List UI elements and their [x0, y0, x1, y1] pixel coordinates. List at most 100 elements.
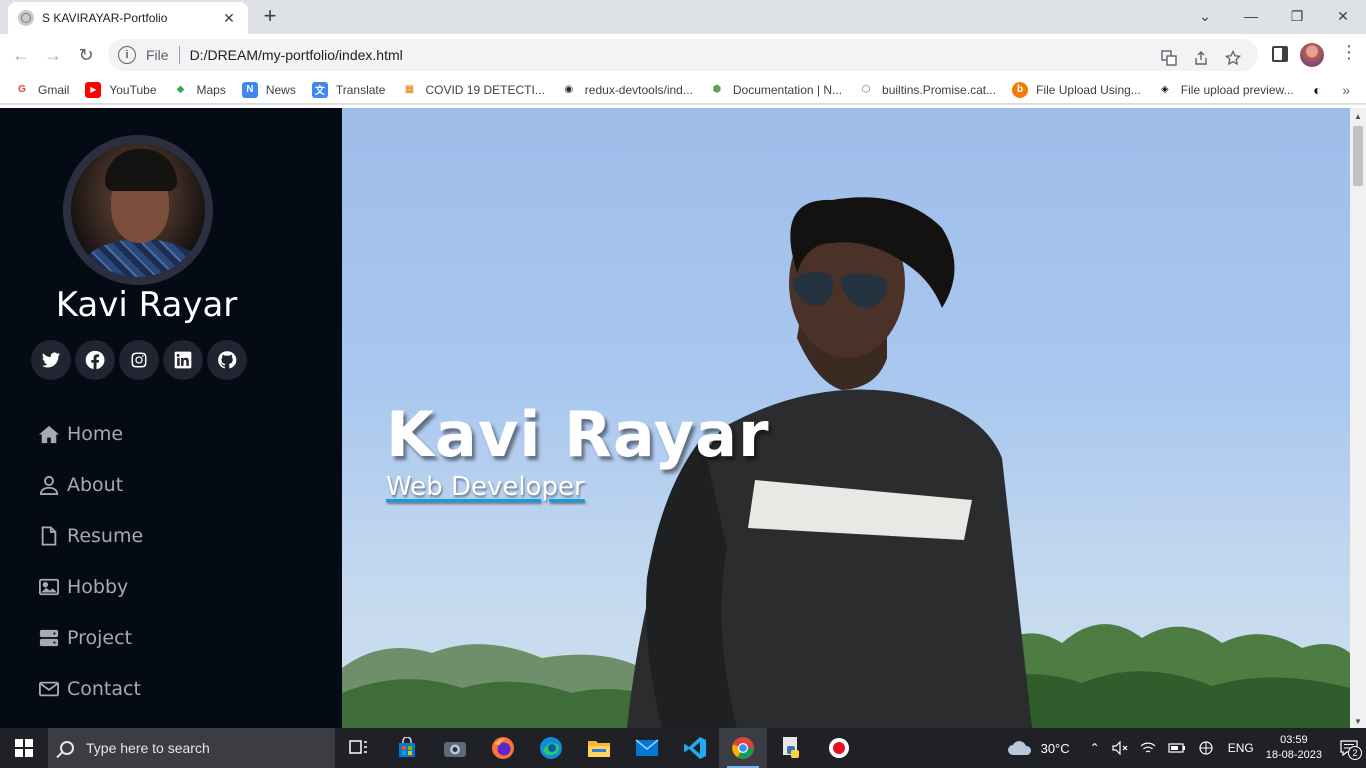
restore-button[interactable]: ❐ — [1274, 0, 1320, 32]
bookmark-item[interactable]: G Gmail — [14, 81, 69, 98]
bookmark-item[interactable]: ▦ COVID 19 DETECTI... — [401, 81, 545, 98]
bookmark-item[interactable]: 文 Translate — [311, 81, 386, 98]
address-bar[interactable]: i File D:/DREAM/my-portfolio/index.html — [108, 39, 1258, 71]
scroll-thumb[interactable] — [1353, 126, 1363, 186]
nav-item-hobby[interactable]: Hobby — [38, 561, 143, 612]
github-link[interactable] — [207, 340, 247, 380]
taskbar-file-explorer[interactable] — [575, 728, 623, 768]
browser-tab[interactable]: S KAVIRAYAR-Portfolio ✕ — [8, 2, 248, 34]
side-panel-icon[interactable] — [1272, 46, 1288, 62]
nav-item-about[interactable]: About — [38, 459, 143, 510]
bookmarks-bar: G Gmail ▶ YouTube ◆ Maps N News 文 Translate ▦… — [0, 76, 1366, 104]
nav-item-resume[interactable]: Resume — [38, 510, 143, 561]
speaker-muted-icon[interactable] — [1112, 741, 1128, 755]
chrome-icon — [732, 737, 754, 759]
menu-kebab-icon[interactable]: ⋮ — [1340, 42, 1358, 63]
bookmark-item[interactable]: ⬡ builtins.Promise.cat... — [858, 81, 996, 98]
wifi-icon[interactable] — [1140, 741, 1156, 755]
globe-icon — [18, 10, 34, 26]
close-window-button[interactable]: ✕ — [1320, 0, 1366, 32]
notification-center-button[interactable]: 2 — [1332, 728, 1366, 768]
weather-widget[interactable]: 30°C — [1007, 740, 1070, 756]
network-icon[interactable] — [1198, 741, 1216, 755]
bookmark-label: redux-devtools/ind... — [584, 82, 693, 97]
page-viewport: Kavi Rayar Home About Resume Hobby Proje… — [0, 105, 1366, 728]
battery-icon[interactable] — [1168, 742, 1186, 754]
scroll-up-arrow-icon[interactable]: ▲ — [1354, 112, 1362, 121]
news-icon: N — [241, 81, 258, 98]
cloud-icon — [1007, 741, 1031, 755]
taskbar-chrome[interactable] — [719, 728, 767, 768]
hero-subtitle: Web Developer — [386, 472, 585, 502]
nav-label: Resume — [67, 524, 144, 547]
bookmark-item[interactable]: ⬢ Documentation | N... — [708, 81, 842, 98]
nav-label: Hobby — [67, 575, 129, 598]
image-icon — [39, 578, 59, 595]
github-icon — [218, 351, 237, 369]
bookmark-item[interactable]: ◉ redux-devtools/ind... — [560, 81, 693, 98]
minimize-button[interactable]: — — [1228, 0, 1274, 32]
windows-taskbar: Type here to search 30°C ⌃ ENG 03:59 18-… — [0, 728, 1366, 768]
bookmark-label: Translate — [335, 82, 386, 97]
sidebar: Kavi Rayar Home About Resume Hobby Proje… — [0, 108, 342, 728]
clock[interactable]: 03:59 18-08-2023 — [1266, 733, 1322, 763]
scroll-down-arrow-icon[interactable]: ▼ — [1354, 717, 1362, 726]
bookmark-label: File Upload Using... — [1036, 82, 1141, 97]
tab-close-button[interactable]: ✕ — [220, 10, 238, 27]
instagram-link[interactable] — [119, 340, 159, 380]
bookmark-star-icon[interactable] — [1224, 49, 1242, 67]
taskbar-edge[interactable] — [527, 728, 575, 768]
bookmark-item[interactable]: b File Upload Using... — [1012, 81, 1141, 98]
taskbar-store[interactable] — [383, 728, 431, 768]
tab-search-button[interactable]: ⌄ — [1182, 0, 1228, 32]
bookmark-item[interactable]: N News — [241, 81, 296, 98]
linkedin-link[interactable] — [163, 340, 203, 380]
linkedin-icon — [174, 351, 192, 369]
language-indicator[interactable]: ENG — [1228, 741, 1254, 755]
reload-button[interactable]: ↻ — [73, 42, 99, 68]
tray-overflow-chevron-up-icon[interactable]: ⌃ — [1090, 741, 1100, 755]
forward-button[interactable]: → — [40, 42, 66, 68]
browser-toolbar: ← → ↻ i File D:/DREAM/my-portfolio/index… — [0, 34, 1366, 76]
vscode-icon — [684, 737, 706, 759]
firefox-icon — [492, 737, 514, 759]
nav-item-contact[interactable]: Contact — [38, 663, 143, 714]
clock-date: 18-08-2023 — [1265, 749, 1322, 761]
taskbar-vscode[interactable] — [671, 728, 719, 768]
taskbar-firefox[interactable] — [479, 728, 527, 768]
bookmark-item[interactable]: ◆ Maps — [172, 81, 226, 98]
task-view-button[interactable] — [335, 728, 383, 768]
clock-time: 03:59 — [1280, 734, 1308, 746]
new-tab-button[interactable]: + — [258, 4, 282, 28]
start-button[interactable] — [0, 728, 48, 768]
bookmarks-overflow-button[interactable]: » — [1342, 82, 1350, 98]
taskbar-python[interactable] — [767, 728, 815, 768]
translate-icon[interactable] — [1160, 49, 1178, 67]
nav-item-home[interactable]: Home — [38, 408, 143, 459]
python-icon — [783, 737, 799, 758]
info-icon[interactable]: i — [118, 46, 136, 64]
twitter-link[interactable] — [31, 340, 71, 380]
tab-strip: S KAVIRAYAR-Portfolio ✕ + ⌄ — ❐ ✕ — [0, 0, 1366, 34]
taskbar-search-box[interactable]: Type here to search — [48, 728, 335, 768]
profile-avatar[interactable] — [1300, 43, 1324, 67]
bookmark-item[interactable]: ◈ File upload preview... — [1156, 81, 1294, 98]
bookmark-item[interactable]: ◐ — [1309, 81, 1334, 98]
taskbar-camera[interactable] — [431, 728, 479, 768]
taskbar-mail[interactable] — [623, 728, 671, 768]
share-icon[interactable] — [1192, 49, 1210, 67]
bookmark-item[interactable]: ▶ YouTube — [85, 81, 157, 98]
taskbar-recorder[interactable] — [815, 728, 863, 768]
nav-item-project[interactable]: Project — [38, 612, 143, 663]
back-button[interactable]: ← — [8, 42, 34, 68]
bookmark-label: News — [265, 82, 296, 97]
facebook-link[interactable] — [75, 340, 115, 380]
file-icon — [41, 525, 57, 546]
nodejs-icon: ⬢ — [708, 81, 725, 98]
tab-title: S KAVIRAYAR-Portfolio — [42, 11, 168, 25]
sidebar-name: Kavi Rayar — [55, 285, 238, 325]
instagram-icon — [131, 352, 147, 368]
url-text[interactable]: D:/DREAM/my-portfolio/index.html — [190, 47, 403, 63]
task-view-icon — [349, 740, 367, 754]
page-scrollbar[interactable]: ▲ ▼ — [1350, 108, 1366, 728]
